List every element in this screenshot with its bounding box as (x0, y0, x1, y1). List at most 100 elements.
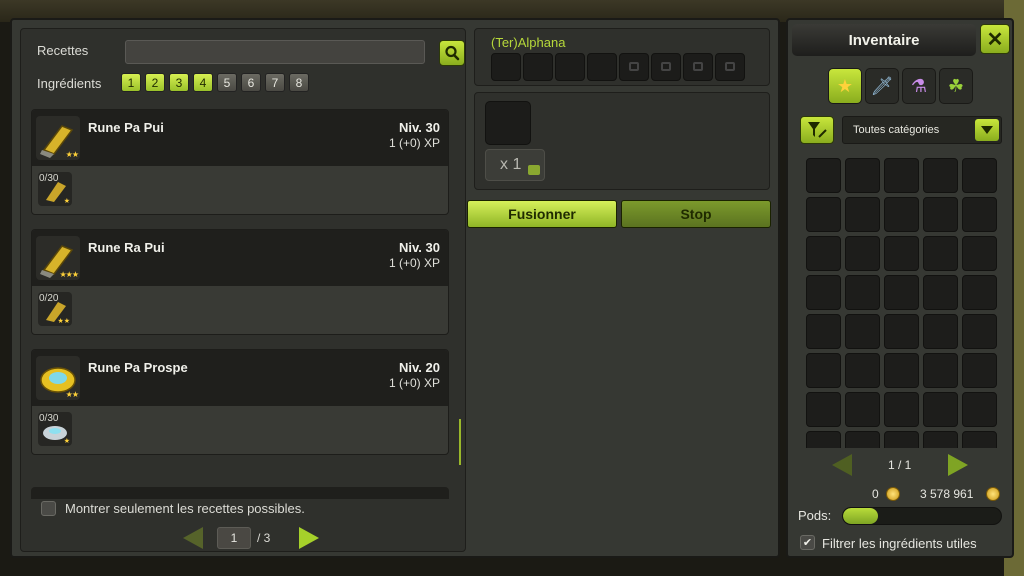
ingredient-slot[interactable]: 0/20 ★★ (38, 292, 72, 326)
inventory-slot[interactable] (923, 314, 958, 349)
inventory-slot[interactable] (806, 197, 841, 232)
inventory-slot[interactable] (884, 314, 919, 349)
inventory-slot[interactable] (845, 431, 880, 448)
search-icon (445, 45, 460, 61)
prev-page-arrow-icon[interactable] (183, 527, 203, 549)
inventory-window: Inventaire ✕ ★ 🗡 ⚗ ☘ Toutes catégories 1… (786, 18, 1014, 558)
inventory-slot[interactable] (962, 197, 997, 232)
ingredient-filter-4[interactable]: 4 (193, 73, 213, 92)
inventory-slot[interactable] (962, 392, 997, 427)
stop-button[interactable]: Stop (621, 200, 771, 228)
ingredient-filter-3[interactable]: 3 (169, 73, 189, 92)
close-button[interactable]: ✕ (980, 24, 1010, 54)
inventory-slot[interactable] (962, 236, 997, 271)
recipe-header: ★★★ Rune Ra Pui Niv. 30 1 (+0) XP (32, 230, 448, 286)
inventory-slot[interactable] (806, 314, 841, 349)
inventory-slot[interactable] (845, 236, 880, 271)
inventory-slot[interactable] (806, 275, 841, 310)
ingredient-slot[interactable] (587, 53, 617, 81)
inventory-slot[interactable] (962, 158, 997, 193)
filter-useful-label: Filtrer les ingrédients utiles (822, 536, 977, 551)
inventory-slot[interactable] (923, 236, 958, 271)
inventory-slot[interactable] (884, 236, 919, 271)
tab-consumables[interactable]: ⚗ (902, 68, 936, 104)
result-slot[interactable] (485, 101, 531, 145)
recipe-item[interactable]: ★★ Rune Pa Pui Niv. 30 1 (+0) XP 0/30 ★ (31, 109, 449, 215)
show-possible-checkbox[interactable] (41, 501, 56, 516)
ingredient-slot[interactable]: 0/30 ★ (38, 412, 72, 446)
inventory-grid (806, 158, 998, 448)
filter-useful-checkbox[interactable]: ✔ (800, 535, 815, 550)
ingredient-slot[interactable] (555, 53, 585, 81)
inventory-slot[interactable] (806, 236, 841, 271)
recipe-item[interactable]: ★★ Rune Pa Prospe Niv. 20 1 (+0) XP 0/30… (31, 349, 449, 455)
recipes-panel: Recettes Ingrédients 1 2 3 4 5 6 7 8 ★★ … (20, 28, 466, 552)
recipes-search-input[interactable] (125, 40, 425, 64)
inventory-slot[interactable] (884, 392, 919, 427)
ingredient-filter-7[interactable]: 7 (265, 73, 285, 92)
inventory-slot[interactable] (845, 353, 880, 388)
category-label: Toutes catégories (853, 124, 940, 136)
inventory-slot[interactable] (806, 392, 841, 427)
search-button[interactable] (439, 40, 465, 66)
inventory-slot[interactable] (845, 197, 880, 232)
ingredient-filter-1[interactable]: 1 (121, 73, 141, 92)
fuse-button[interactable]: Fusionner (467, 200, 617, 228)
inventory-slot[interactable] (962, 275, 997, 310)
quantity-stepper[interactable]: x 1 (485, 149, 545, 181)
category-select[interactable]: Toutes catégories (842, 116, 1002, 144)
recipes-scrollbar[interactable] (459, 419, 461, 465)
inventory-slot[interactable] (923, 431, 958, 448)
ingredient-slot[interactable] (491, 53, 521, 81)
inventory-slot[interactable] (806, 431, 841, 448)
next-page-arrow-icon[interactable] (299, 527, 319, 549)
inventory-slot[interactable] (845, 314, 880, 349)
inventory-slot[interactable] (923, 353, 958, 388)
inventory-slot[interactable] (962, 353, 997, 388)
recipes-search-label: Recettes (37, 43, 89, 58)
ingredient-slot[interactable] (523, 53, 553, 81)
inventory-slot[interactable] (962, 431, 997, 448)
ingredient-filter-2[interactable]: 2 (145, 73, 165, 92)
inventory-slot[interactable] (884, 197, 919, 232)
ingredient-filter-8[interactable]: 8 (289, 73, 309, 92)
recipe-level: Niv. 20 (399, 360, 440, 375)
inventory-slot[interactable] (845, 158, 880, 193)
inventory-slot[interactable] (923, 158, 958, 193)
chevron-down-icon[interactable] (975, 119, 999, 141)
page-input[interactable]: 1 (217, 527, 251, 549)
recipe-item[interactable]: ★★★ Rune Ra Pui Niv. 30 1 (+0) XP 0/20 ★… (31, 229, 449, 335)
tab-resources[interactable]: ★ (828, 68, 862, 104)
tab-resources-plants[interactable]: ☘ (939, 68, 973, 104)
inventory-slot[interactable] (845, 275, 880, 310)
ingredient-filter-6[interactable]: 6 (241, 73, 261, 92)
recipe-item[interactable] (31, 487, 449, 499)
ingredient-slot[interactable]: 0/30 ★ (38, 172, 72, 206)
inventory-slot[interactable] (806, 158, 841, 193)
inventory-slot[interactable] (806, 353, 841, 388)
prev-page-arrow-icon[interactable] (832, 454, 852, 476)
next-page-arrow-icon[interactable] (948, 454, 968, 476)
potion-icon: ⚗ (910, 75, 928, 96)
inventory-title: Inventaire (792, 24, 976, 56)
quantity-edit-icon[interactable] (528, 165, 540, 175)
pods-fill (843, 508, 878, 524)
inventory-slot[interactable] (884, 158, 919, 193)
recipe-name: Rune Pa Prospe (88, 360, 188, 375)
inventory-slot[interactable] (923, 275, 958, 310)
inventory-slot[interactable] (884, 353, 919, 388)
ingredient-filter-5[interactable]: 5 (217, 73, 237, 92)
tab-equipment[interactable]: 🗡 (865, 68, 899, 104)
filter-button[interactable] (800, 116, 834, 144)
recipe-xp: 1 (+0) XP (388, 256, 440, 270)
inventory-page: 1 / 1 (888, 458, 912, 472)
target-slots-panel: (Ter)Alphana (474, 28, 770, 86)
inventory-slot[interactable] (845, 392, 880, 427)
inventory-slot[interactable] (884, 275, 919, 310)
inventory-slot[interactable] (962, 314, 997, 349)
inventory-slot[interactable] (923, 197, 958, 232)
lock-icon (629, 62, 639, 71)
lock-icon (661, 62, 671, 71)
inventory-slot[interactable] (923, 392, 958, 427)
inventory-slot[interactable] (884, 431, 919, 448)
